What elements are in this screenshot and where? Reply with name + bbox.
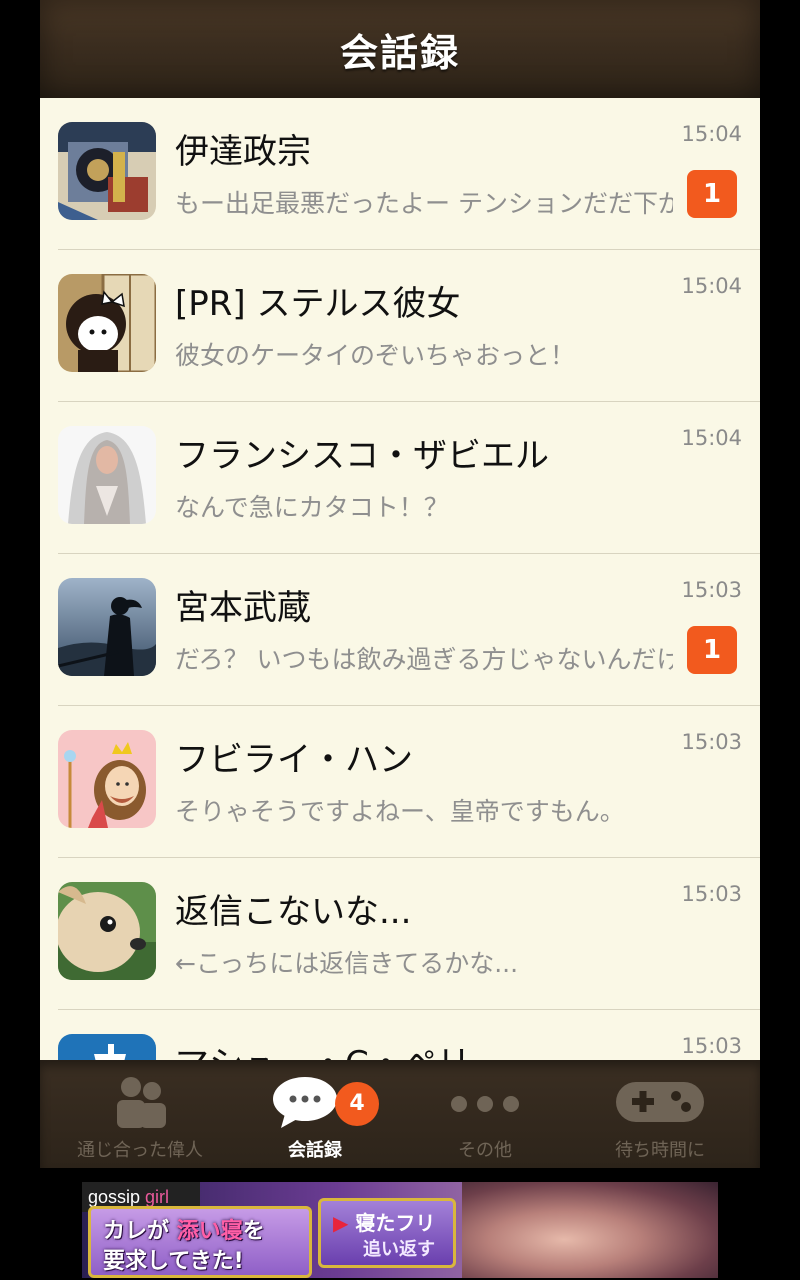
chihuahua-avatar [58, 882, 156, 980]
header-bar: 会話録 [40, 0, 760, 98]
ad-cta-button[interactable]: ▶ 寝たフリ 追い返す [318, 1198, 456, 1268]
unread-badge: 1 [687, 170, 737, 218]
unread-badge: 1 [687, 626, 737, 674]
app-screen: 会話録 伊達政宗 もー出足最悪だったよー テンションだだ下がり 15:04 1 … [40, 0, 760, 1168]
timestamp: 15:03 [681, 730, 742, 754]
tab-label: その他 [458, 1140, 512, 1161]
play-arrow-icon: ▶ [333, 1211, 349, 1235]
ad-text: を [242, 1219, 265, 1244]
samurai-armor-avatar [58, 122, 156, 220]
conversation-item-no-reply[interactable]: 返信こないな... ←こっちには返信きてるかな... 15:03 [40, 858, 760, 1010]
tab-other[interactable]: その他 [400, 1060, 570, 1168]
swordsman-silhouette-avatar [58, 578, 156, 676]
more-dots-icon [447, 1074, 523, 1134]
last-message: もー出足最悪だったよー テンションだだ下がり [175, 189, 673, 218]
conversation-item-stealth-kanojo[interactable]: [PR] ステルス彼女 彼女のケータイのぞいちゃおっと！ 15:04 [40, 250, 760, 402]
last-message: そりゃそうですよねー、皇帝ですもん。 [175, 797, 625, 826]
contact-name: フランシスコ・ザビエル [175, 436, 549, 476]
conversation-item-musashi[interactable]: 宮本武蔵 だろ？ いつもは飲み過ぎる方じゃないんだけど 15:03 1 [40, 554, 760, 706]
ad-banner[interactable]: gossip girl カレが 添い寝を 要求してきた! ▶ 寝たフリ 追い返す [82, 1182, 718, 1278]
ad-cta-label: ▶ 寝たフリ [333, 1207, 435, 1236]
timestamp: 15:04 [681, 274, 742, 298]
last-message: ←こっちには返信きてるかな... [175, 949, 519, 978]
ad-photo [462, 1182, 718, 1278]
conversation-item-perry[interactable]: マシュー・C・ペリー 15:03 [40, 1010, 760, 1060]
people-icon [110, 1074, 170, 1134]
timestamp: 15:04 [681, 122, 742, 146]
contact-name: マシュー・C・ペリー [175, 1036, 645, 1060]
timestamp: 15:03 [681, 882, 742, 906]
ad-logo-text: gossip [88, 1187, 141, 1207]
last-message: なんで急にカタコト！？ [175, 493, 449, 522]
stealth-girlfriend-avatar [58, 274, 156, 372]
contact-name: 伊達政宗 [175, 132, 311, 172]
ad-cta-sublabel: 追い返す [363, 1239, 435, 1260]
tab-waiting-time[interactable]: 待ち時間に [575, 1060, 745, 1168]
tab-connected-figures[interactable]: 通じ合った偉人 [55, 1060, 225, 1168]
ad-line-2: 要求してきた! [103, 1249, 244, 1274]
ad-text: カレが [103, 1219, 170, 1244]
timestamp: 15:03 [681, 1034, 742, 1058]
contact-name: 宮本武蔵 [175, 588, 311, 628]
conversation-item-xavier[interactable]: フランシスコ・ザビエル なんで急にカタコト！？ 15:04 [40, 402, 760, 554]
tab-label: 待ち時間に [615, 1140, 705, 1161]
ad-cta-text: 寝たフリ [355, 1211, 436, 1235]
bottom-tab-bar: 通じ合った偉人 会話録 4 その他 待ち時間に [40, 1060, 760, 1168]
veiled-statue-avatar [58, 426, 156, 524]
conversation-item-kublai-khan[interactable]: フビライ・ハン そりゃそうですよねー、皇帝ですもん。 15:03 [40, 706, 760, 858]
tab-label: 通じ合った偉人 [77, 1140, 203, 1161]
chat-bubble-icon [271, 1074, 343, 1134]
tab-label: 会話録 [288, 1140, 342, 1161]
last-message: 彼女のケータイのぞいちゃおっと！ [175, 341, 576, 370]
timestamp: 15:03 [681, 578, 742, 602]
page-title: 会話録 [339, 30, 460, 75]
ad-logo-text-accent: girl [145, 1187, 170, 1207]
ad-line-1: カレが 添い寝を [103, 1213, 265, 1245]
conversation-count-badge: 4 [335, 1082, 379, 1126]
contact-name: 返信こないな... [175, 892, 412, 932]
ad-message-box: カレが 添い寝を 要求してきた! [88, 1206, 312, 1278]
timestamp: 15:04 [681, 426, 742, 450]
ad-text-highlight: 添い寝 [176, 1219, 243, 1244]
contact-name: フビライ・ハン [175, 740, 413, 780]
contact-name: [PR] ステルス彼女 [175, 284, 461, 324]
conversation-item-date-masamune[interactable]: 伊達政宗 もー出足最悪だったよー テンションだだ下がり 15:04 1 [40, 98, 760, 250]
crowned-king-avatar [58, 730, 156, 828]
conversation-list[interactable]: 伊達政宗 もー出足最悪だったよー テンションだだ下がり 15:04 1 [PR]… [40, 98, 760, 1060]
last-message: だろ？ いつもは飲み過ぎる方じゃないんだけど [175, 645, 673, 674]
ship-avatar [58, 1034, 156, 1060]
gamepad-icon [614, 1074, 706, 1134]
